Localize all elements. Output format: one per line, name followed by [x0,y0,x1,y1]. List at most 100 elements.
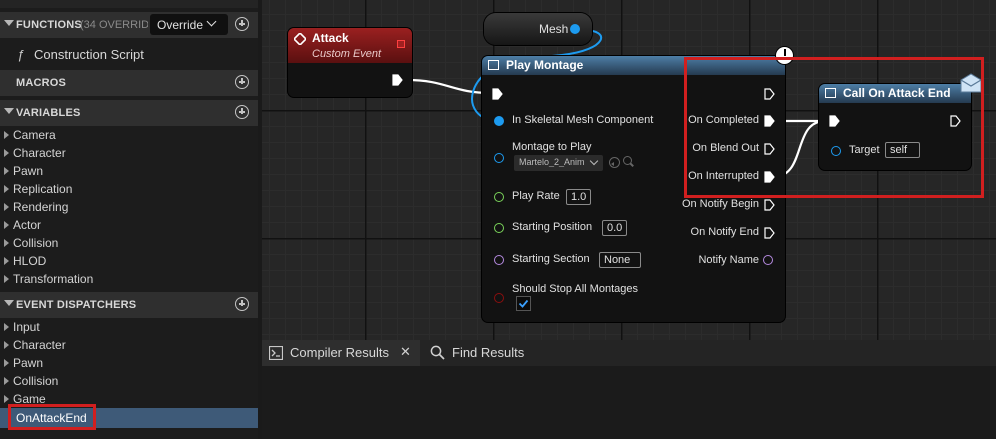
compiler-results-icon [269,346,283,360]
variable-category[interactable]: Rendering [0,199,258,217]
functions-override-count: (34 OVERRIDA [80,19,148,31]
function-icon: ƒ [17,47,25,62]
variable-category[interactable]: HLOD [0,253,258,271]
exec-input-pin[interactable] [492,88,503,100]
expand-arrow-icon[interactable] [4,221,9,229]
expand-arrow-icon[interactable] [4,377,9,385]
expand-arrow-icon[interactable] [4,341,9,349]
should-stop-label: Should Stop All Montages [512,283,638,295]
macros-header[interactable]: MACROS [0,70,258,96]
functions-header[interactable]: FUNCTIONS (34 OVERRIDA Override [0,12,258,38]
construction-script-item[interactable]: ƒ Construction Script [0,44,258,66]
dispatcher-category[interactable]: Pawn [0,355,258,373]
node-title: Play Montage [506,58,584,72]
montage-pin[interactable] [494,153,504,163]
expand-arrow-icon[interactable] [4,395,9,403]
expand-arrow-icon[interactable] [4,203,9,211]
variable-category[interactable]: Actor [0,217,258,235]
functions-title: FUNCTIONS [16,19,82,31]
starting-position-input[interactable]: 0.0 [602,220,628,236]
results-tab-bar: Compiler Results ✕ Find Results [262,340,996,366]
object-output-pin[interactable] [570,24,580,34]
starting-section-input[interactable]: None [599,252,641,268]
event-dispatchers-title: EVENT DISPATCHERS [16,299,137,311]
add-event-dispatcher-icon[interactable] [235,297,249,311]
variable-category[interactable]: Replication [0,181,258,199]
on-notify-begin-label: On Notify Begin [681,198,759,210]
panel-top-strip [0,0,258,8]
skeletal-mesh-label: In Skeletal Mesh Component [512,114,654,126]
attack-event-node[interactable]: Attack Custom Event [288,28,412,97]
variable-category[interactable]: Transformation [0,271,258,289]
highlight-box [8,404,96,430]
expand-arrow-icon[interactable] [4,167,9,175]
notify-name-pin[interactable] [763,255,773,265]
variable-category[interactable]: Pawn [0,163,258,181]
tab-find-results[interactable]: Find Results [422,340,532,366]
dispatcher-category[interactable]: Character [0,337,258,355]
should-stop-pin[interactable] [494,293,504,303]
variable-category[interactable]: Character [0,145,258,163]
expand-arrow-icon[interactable] [4,239,9,247]
add-variable-icon[interactable] [235,105,249,119]
search-icon [430,345,445,360]
exec-output-pin[interactable] [392,74,403,86]
expand-arrow-icon[interactable] [4,149,9,157]
expand-arrow-icon[interactable] [4,185,9,193]
expand-arrow-icon[interactable] [4,257,9,265]
collapse-triangle-icon[interactable] [4,300,14,306]
use-selected-icon[interactable] [609,157,620,168]
variables-title: VARIABLES [16,107,81,119]
add-function-icon[interactable] [235,17,249,31]
expand-arrow-icon[interactable] [4,359,9,367]
variable-category[interactable]: Collision [0,235,258,253]
play-rate-label: Play Rate [512,190,560,202]
browse-search-icon[interactable] [623,156,634,167]
override-label: Override [157,18,204,32]
on-notify-begin-pin[interactable] [764,199,775,211]
starting-position-pin[interactable] [494,223,504,233]
montage-asset-dropdown[interactable]: Martelo_2_Anim [514,155,603,171]
notify-name-label: Notify Name [698,254,759,266]
expand-arrow-icon[interactable] [4,131,9,139]
collapse-triangle-icon[interactable] [4,108,14,114]
results-panel: Compiler Results ✕ Find Results [262,340,996,439]
on-notify-end-pin[interactable] [764,227,775,239]
tab-label: Find Results [452,345,525,360]
montage-asset-value: Martelo_2_Anim [519,157,585,167]
on-notify-end-label: On Notify End [690,226,759,238]
event-diamond-icon [294,33,306,45]
expand-arrow-icon[interactable] [4,323,9,331]
function-node-icon [488,60,499,70]
chevron-down-icon [589,156,599,166]
mesh-variable-node[interactable]: Mesh [484,13,592,45]
event-graph-canvas[interactable]: Attack Custom Event Mesh Play Montage In… [262,0,996,340]
variable-label: Mesh [539,22,569,36]
skeletal-mesh-pin[interactable] [494,116,504,126]
collapse-triangle-icon[interactable] [4,20,14,26]
tab-label: Compiler Results [290,345,389,360]
play-rate-input[interactable]: 1.0 [566,189,592,205]
starting-position-label: Starting Position [512,221,593,233]
should-stop-checkbox[interactable] [516,296,531,311]
my-blueprint-panel: FUNCTIONS (34 OVERRIDA Override ƒ Constr… [0,0,258,439]
node-title: Attack [312,31,349,45]
highlight-box [684,57,984,198]
starting-section-label: Starting Section [512,253,590,265]
chevron-down-icon [206,16,217,27]
delegate-pin-icon[interactable] [397,40,405,48]
tab-compiler-results[interactable]: Compiler Results ✕ [262,340,420,366]
add-macro-icon[interactable] [235,75,249,89]
play-rate-pin[interactable] [494,192,504,202]
dispatcher-category[interactable]: Collision [0,373,258,391]
override-dropdown[interactable]: Override [150,14,228,35]
variables-header[interactable]: VARIABLES [0,100,258,126]
expand-arrow-icon[interactable] [4,275,9,283]
starting-section-pin[interactable] [494,255,504,265]
variable-category[interactable]: Camera [0,127,258,145]
dispatcher-category[interactable]: Input [0,319,258,337]
event-dispatchers-header[interactable]: EVENT DISPATCHERS [0,292,258,318]
construction-script-label: Construction Script [34,47,144,62]
node-subtitle: Custom Event [312,48,382,60]
close-icon[interactable]: ✕ [400,344,411,360]
